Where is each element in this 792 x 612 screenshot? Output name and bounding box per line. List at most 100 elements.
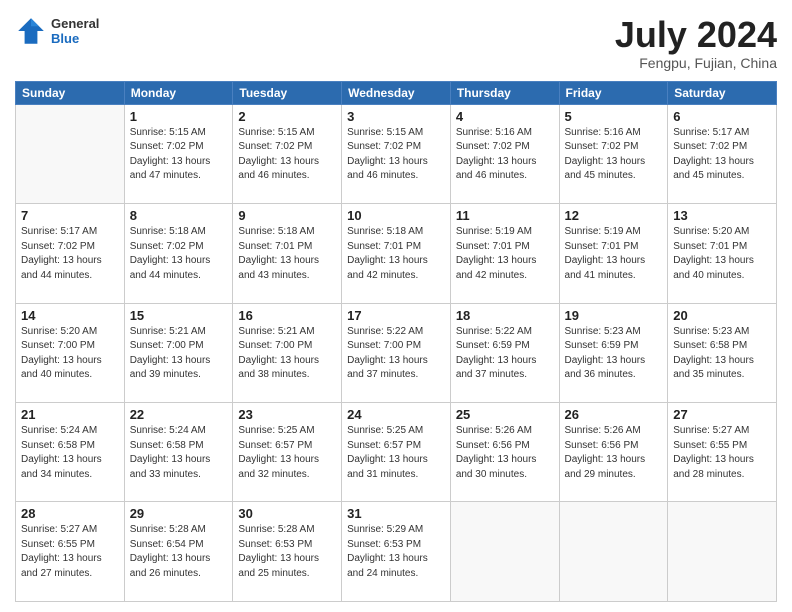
logo-text: General Blue [51,16,99,46]
sun-info: Sunrise: 5:16 AMSunset: 7:02 PMDaylight:… [456,126,554,184]
col-sunday: Sunday [16,81,125,104]
sun-info: Sunrise: 5:24 AMSunset: 6:58 PMDaylight:… [130,424,228,482]
logo-general-text: General [51,16,99,31]
calendar-header-row: Sunday Monday Tuesday Wednesday Thursday… [16,81,777,104]
day-number: 19 [565,308,663,323]
calendar-cell: 17 Sunrise: 5:22 AMSunset: 7:00 PMDayligh… [342,303,451,402]
sun-info: Sunrise: 5:22 AMSunset: 7:00 PMDaylight:… [347,325,445,383]
day-number: 26 [565,407,663,422]
day-number: 3 [347,109,445,124]
title-month: July 2024 [615,15,777,55]
day-number: 17 [347,308,445,323]
calendar-cell [559,502,668,602]
sun-info: Sunrise: 5:18 AMSunset: 7:01 PMDaylight:… [238,225,336,283]
sun-info: Sunrise: 5:28 AMSunset: 6:53 PMDaylight:… [238,523,336,581]
day-number: 10 [347,208,445,223]
calendar-cell: 29 Sunrise: 5:28 AMSunset: 6:54 PMDayligh… [124,502,233,602]
day-number: 13 [673,208,771,223]
sun-info: Sunrise: 5:24 AMSunset: 6:58 PMDaylight:… [21,424,119,482]
day-number: 11 [456,208,554,223]
day-number: 28 [21,506,119,521]
calendar-cell: 6Sunrise: 5:17 AMSunset: 7:02 PMDaylight… [668,104,777,203]
sun-info: Sunrise: 5:21 AMSunset: 7:00 PMDaylight:… [130,325,228,383]
header: General Blue July 2024 Fengpu, Fujian, C… [15,15,777,71]
day-number: 6 [673,109,771,124]
calendar-cell: 5 Sunrise: 5:16 AMSunset: 7:02 PMDaylight… [559,104,668,203]
calendar-cell: 23Sunrise: 5:25 AMSunset: 6:57 PMDayligh… [233,403,342,502]
day-number: 20 [673,308,771,323]
calendar-cell: 15 Sunrise: 5:21 AMSunset: 7:00 PMDayligh… [124,303,233,402]
sun-info: Sunrise: 5:18 AMSunset: 7:01 PMDaylight:… [347,225,445,283]
calendar-cell: 3Sunrise: 5:15 AMSunset: 7:02 PMDaylight… [342,104,451,203]
sun-info: Sunrise: 5:17 AMSunset: 7:02 PMDaylight:… [21,225,119,283]
col-wednesday: Wednesday [342,81,451,104]
calendar-cell: 25 Sunrise: 5:26 AMSunset: 6:56 PMDayligh… [450,403,559,502]
day-number: 15 [130,308,228,323]
calendar-cell: 21 Sunrise: 5:24 AMSunset: 6:58 PMDayligh… [16,403,125,502]
week-row-4: 21 Sunrise: 5:24 AMSunset: 6:58 PMDayligh… [16,403,777,502]
day-number: 25 [456,407,554,422]
sun-info: Sunrise: 5:20 AMSunset: 7:00 PMDaylight:… [21,325,119,383]
day-number: 29 [130,506,228,521]
week-row-5: 28Sunrise: 5:27 AMSunset: 6:55 PMDayligh… [16,502,777,602]
day-number: 5 [565,109,663,124]
sun-info: Sunrise: 5:16 AMSunset: 7:02 PMDaylight:… [565,126,663,184]
sun-info: Sunrise: 5:22 AMSunset: 6:59 PMDaylight:… [456,325,554,383]
col-saturday: Saturday [668,81,777,104]
col-monday: Monday [124,81,233,104]
sun-info: Sunrise: 5:29 AMSunset: 6:53 PMDaylight:… [347,523,445,581]
calendar-cell: 12Sunrise: 5:19 AMSunset: 7:01 PMDayligh… [559,204,668,303]
calendar-cell: 9 Sunrise: 5:18 AMSunset: 7:01 PMDaylight… [233,204,342,303]
sun-info: Sunrise: 5:26 AMSunset: 6:56 PMDaylight:… [456,424,554,482]
day-number: 2 [238,109,336,124]
calendar-cell: 24 Sunrise: 5:25 AMSunset: 6:57 PMDayligh… [342,403,451,502]
day-number: 24 [347,407,445,422]
week-row-2: 7 Sunrise: 5:17 AMSunset: 7:02 PMDaylight… [16,204,777,303]
calendar-cell: 28Sunrise: 5:27 AMSunset: 6:55 PMDayligh… [16,502,125,602]
title-block: July 2024 Fengpu, Fujian, China [615,15,777,71]
day-number: 31 [347,506,445,521]
col-friday: Friday [559,81,668,104]
calendar-cell: 4Sunrise: 5:16 AMSunset: 7:02 PMDaylight… [450,104,559,203]
day-number: 14 [21,308,119,323]
calendar-cell: 27 Sunrise: 5:27 AMSunset: 6:55 PMDayligh… [668,403,777,502]
day-number: 9 [238,208,336,223]
calendar-cell: 19Sunrise: 5:23 AMSunset: 6:59 PMDayligh… [559,303,668,402]
sun-info: Sunrise: 5:15 AMSunset: 7:02 PMDaylight:… [130,126,228,184]
day-number: 27 [673,407,771,422]
sun-info: Sunrise: 5:23 AMSunset: 6:58 PMDaylight:… [673,325,771,383]
calendar-cell: 14 Sunrise: 5:20 AMSunset: 7:00 PMDayligh… [16,303,125,402]
col-thursday: Thursday [450,81,559,104]
day-number: 21 [21,407,119,422]
page: General Blue July 2024 Fengpu, Fujian, C… [0,0,792,612]
week-row-3: 14 Sunrise: 5:20 AMSunset: 7:00 PMDayligh… [16,303,777,402]
sun-info: Sunrise: 5:21 AMSunset: 7:00 PMDaylight:… [238,325,336,383]
sun-info: Sunrise: 5:26 AMSunset: 6:56 PMDaylight:… [565,424,663,482]
sun-info: Sunrise: 5:25 AMSunset: 6:57 PMDaylight:… [347,424,445,482]
sun-info: Sunrise: 5:15 AMSunset: 7:02 PMDaylight:… [238,126,336,184]
sun-info: Sunrise: 5:19 AMSunset: 7:01 PMDaylight:… [456,225,554,283]
logo-blue-text: Blue [51,31,99,46]
calendar-cell: 22Sunrise: 5:24 AMSunset: 6:58 PMDayligh… [124,403,233,502]
sun-info: Sunrise: 5:28 AMSunset: 6:54 PMDaylight:… [130,523,228,581]
calendar-cell [668,502,777,602]
calendar-cell [16,104,125,203]
calendar-cell: 16 Sunrise: 5:21 AMSunset: 7:00 PMDayligh… [233,303,342,402]
day-number: 7 [21,208,119,223]
logo-icon [15,15,47,47]
sun-info: Sunrise: 5:27 AMSunset: 6:55 PMDaylight:… [673,424,771,482]
logo: General Blue [15,15,99,47]
day-number: 16 [238,308,336,323]
calendar-cell: 10 Sunrise: 5:18 AMSunset: 7:01 PMDayligh… [342,204,451,303]
day-number: 8 [130,208,228,223]
sun-info: Sunrise: 5:18 AMSunset: 7:02 PMDaylight:… [130,225,228,283]
col-tuesday: Tuesday [233,81,342,104]
day-number: 23 [238,407,336,422]
calendar-cell: 20 Sunrise: 5:23 AMSunset: 6:58 PMDayligh… [668,303,777,402]
calendar-cell: 13 Sunrise: 5:20 AMSunset: 7:01 PMDayligh… [668,204,777,303]
sun-info: Sunrise: 5:20 AMSunset: 7:01 PMDaylight:… [673,225,771,283]
calendar-cell: 26 Sunrise: 5:26 AMSunset: 6:56 PMDayligh… [559,403,668,502]
day-number: 1 [130,109,228,124]
calendar-cell: 11 Sunrise: 5:19 AMSunset: 7:01 PMDayligh… [450,204,559,303]
calendar-cell: 7 Sunrise: 5:17 AMSunset: 7:02 PMDaylight… [16,204,125,303]
